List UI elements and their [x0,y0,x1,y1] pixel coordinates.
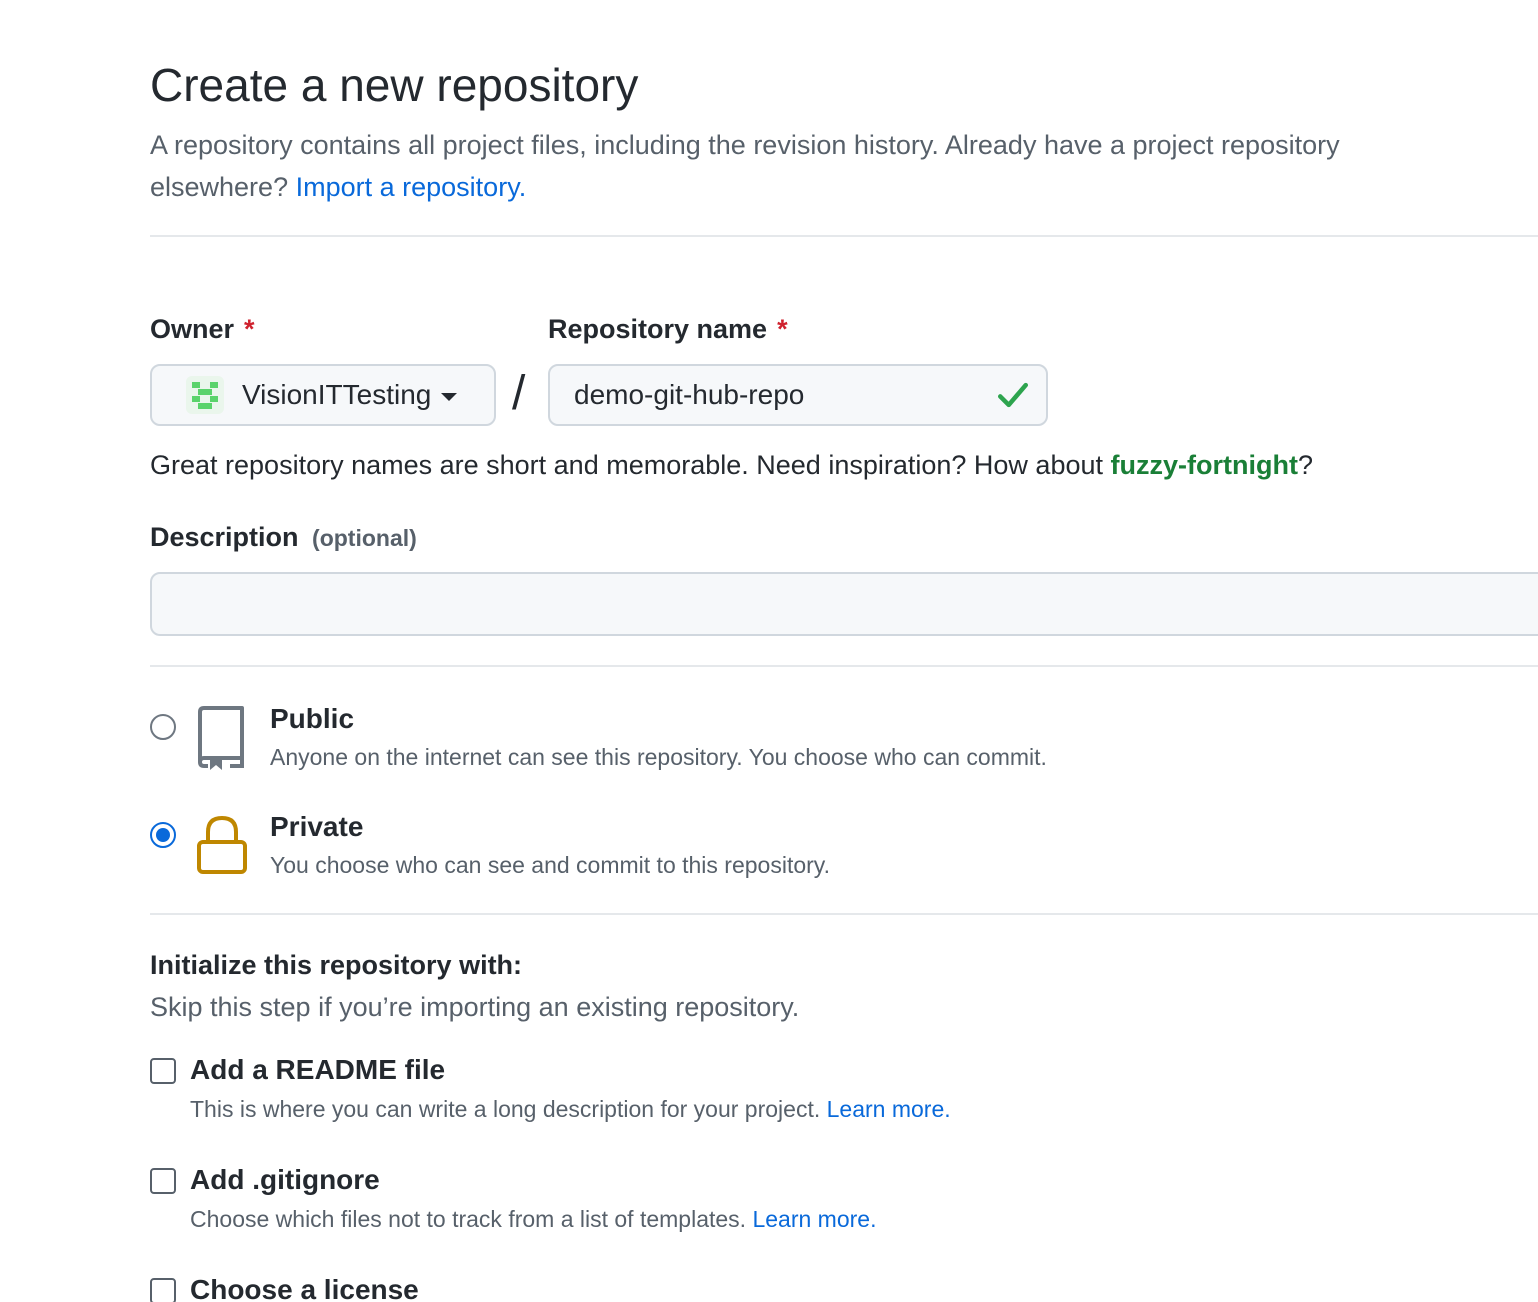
initialize-subtitle: Skip this step if you’re importing an ex… [150,992,800,1022]
readme-option-desc: This is where you can write a long descr… [190,1096,951,1123]
divider [150,235,1538,237]
description-label: Description (optional) [150,522,417,553]
owner-label: Owner * [150,314,255,345]
repository-name-label: Repository name * [548,314,788,345]
owner-repo-separator: / [512,367,526,420]
divider [150,913,1538,915]
create-repo-page: Create a new repository A repository con… [0,0,1538,1302]
owner-name: VisionITTesting [242,379,432,410]
readme-option-title: Add a README file [190,1054,446,1085]
checkbox-readme[interactable] [150,1058,176,1084]
checkbox-license[interactable] [150,1278,176,1302]
license-option-title: Choose a license [190,1274,419,1302]
repository-name-input[interactable]: demo-git-hub-repo [548,364,1048,426]
visibility-public-title: Public [270,703,355,734]
gitignore-option-desc-text: Choose which files not to track from a l… [190,1206,747,1232]
owner-label-text: Owner [150,314,235,344]
divider [150,665,1538,667]
description-label-text: Description [150,522,299,552]
hint-end: ? [1297,450,1313,480]
readme-learn-more-link[interactable]: Learn more. [827,1096,951,1122]
page-title: Create a new repository [150,59,639,111]
required-mark: * [244,314,255,344]
repository-name-hint: Great repository names are short and mem… [150,450,1313,481]
required-mark: * [777,314,788,344]
page-description: A repository contains all project files,… [150,124,1480,208]
checkbox-gitignore[interactable] [150,1168,176,1194]
radio-private[interactable] [150,822,176,848]
optional-label: (optional) [312,525,417,551]
gitignore-option-desc: Choose which files not to track from a l… [190,1206,876,1233]
chevron-down-icon [441,393,458,401]
import-repository-link[interactable]: Import a repository. [296,172,527,202]
lock-icon [197,815,247,874]
check-icon [997,382,1029,408]
visibility-private-desc: You choose who can see and commit to thi… [270,852,830,878]
repository-name-label-text: Repository name [548,314,768,344]
owner-avatar [186,376,224,414]
name-suggestion-link[interactable]: fuzzy-fortnight [1111,450,1298,480]
description-input[interactable] [150,572,1538,636]
gitignore-option-title: Add .gitignore [190,1164,380,1195]
visibility-public-desc: Anyone on the internet can see this repo… [270,744,1047,770]
owner-dropdown[interactable]: VisionITTesting [150,364,496,426]
hint-text: Great repository names are short and mem… [150,450,1103,480]
visibility-private-title: Private [270,811,364,842]
gitignore-learn-more-link[interactable]: Learn more. [752,1206,876,1232]
repository-name-value[interactable]: demo-git-hub-repo [574,379,996,411]
radio-public[interactable] [150,714,176,740]
initialize-title: Initialize this repository with: [150,950,523,980]
readme-option-desc-text: This is where you can write a long descr… [190,1096,821,1122]
repo-icon [198,706,244,770]
